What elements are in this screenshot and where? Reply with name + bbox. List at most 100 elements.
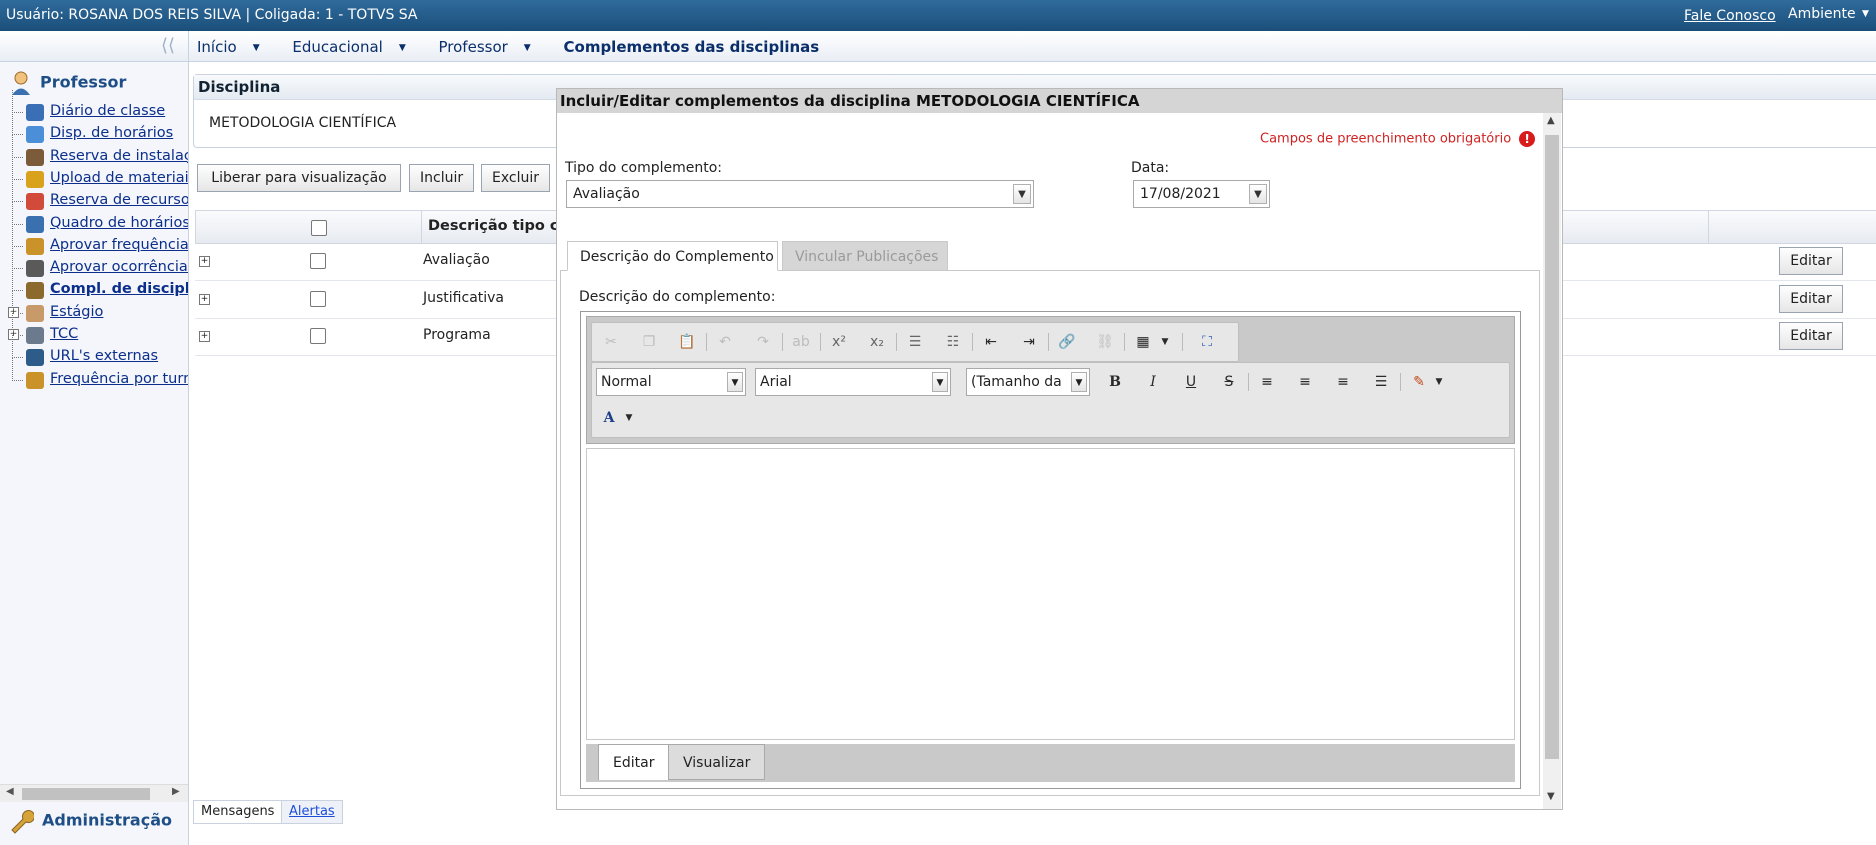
sidebar-section-professor[interactable]: Professor (10, 70, 126, 96)
tab-mensagens[interactable]: Mensagens (193, 800, 283, 824)
copy-icon[interactable]: ❐ (638, 331, 660, 353)
chevron-down-icon[interactable]: ▼ (1249, 184, 1267, 204)
scroll-left-icon[interactable]: ◀ (6, 786, 14, 797)
sidebar-item-label[interactable]: Diário de classe (50, 103, 165, 119)
incluir-button[interactable]: Incluir (409, 164, 475, 192)
insert-link-icon[interactable]: 🔗 (1056, 331, 1078, 353)
size-select[interactable]: (Tamanho da ▼ (966, 368, 1090, 396)
fullscreen-icon[interactable]: ⛶ (1196, 331, 1218, 353)
tree-connector (12, 335, 23, 359)
chevron-down-icon[interactable]: ▼ (1154, 331, 1176, 353)
breadcrumb: Início ▼ Educacional ▼ Professor ▼ Compleme… (197, 38, 833, 56)
chevron-down-icon[interactable]: ▼ (1428, 371, 1450, 393)
cut-icon[interactable]: ✂ (600, 331, 622, 353)
sidebar-item-label[interactable]: Reserva de instalaçõ (50, 148, 188, 164)
menu-educacional[interactable]: Educacional ▼ (292, 38, 419, 56)
tab-descricao-complemento[interactable]: Descrição do Complemento (567, 241, 778, 271)
tipo-select[interactable]: Avaliação ▼ (566, 180, 1034, 208)
sidebar-item-label[interactable]: Disp. de horários (50, 125, 173, 141)
fale-conosco-link[interactable]: Fale Conosco (1684, 8, 1776, 24)
editar-button[interactable]: Editar (1779, 322, 1843, 350)
format-select[interactable]: Normal ▼ (596, 368, 746, 396)
column-header-descricao: Descrição tipo co (428, 218, 569, 234)
select-all-checkbox[interactable] (311, 220, 327, 236)
numbered-list-icon[interactable]: ☰ (904, 331, 926, 353)
menu-professor[interactable]: Professor ▼ (439, 38, 545, 56)
indent-icon[interactable]: ⇥ (1018, 331, 1040, 353)
collapse-sidebar-button[interactable]: ⟨⟨ (148, 31, 189, 61)
justify-icon[interactable]: ☰ (1370, 371, 1392, 393)
chevron-down-icon[interactable]: ▼ (1013, 184, 1031, 204)
sidebar-item-label[interactable]: Quadro de horários (50, 215, 188, 231)
tipo-value: Avaliação (573, 186, 640, 202)
font-select[interactable]: Arial ▼ (755, 368, 951, 396)
sidebar-item-label[interactable]: URL's externas (50, 348, 158, 364)
paste-icon[interactable]: 📋 (676, 331, 698, 353)
remove-link-icon[interactable]: ⛓ (1094, 331, 1116, 353)
chevron-down-icon[interactable]: ▼ (618, 407, 640, 429)
intern-icon (26, 304, 44, 322)
sidebar-item-label[interactable]: Frequência por turm (50, 371, 188, 387)
tree-connector (12, 90, 23, 113)
sidebar-item-label[interactable]: Upload de materiais (50, 170, 188, 186)
underline-icon[interactable]: U (1180, 371, 1202, 393)
tree-connector (12, 156, 23, 180)
bullet-list-icon[interactable]: ☷ (942, 331, 964, 353)
excluir-button[interactable]: Excluir (481, 164, 550, 192)
align-right-icon[interactable]: ≡ (1332, 371, 1354, 393)
dialog-scrollbar[interactable]: ▲ ▼ (1543, 113, 1561, 809)
tree-connector (12, 357, 23, 381)
sidebar-item-label[interactable]: Reserva de recursos (50, 192, 188, 208)
sidebar-item-label[interactable]: Aprovar frequência (50, 237, 188, 253)
chevron-down-icon[interactable]: ▼ (727, 372, 743, 392)
highlight-color-icon[interactable]: ✎ (1408, 371, 1430, 393)
sidebar-section-administracao[interactable]: Administração (8, 808, 172, 834)
book-icon (26, 104, 44, 121)
scrollbar-thumb[interactable] (1545, 135, 1559, 759)
table-icon[interactable]: ▦ (1132, 331, 1154, 353)
row-checkbox[interactable] (310, 290, 326, 307)
editor-content-area[interactable] (586, 448, 1515, 740)
sidebar-scrollbar[interactable]: ◀ ▶ (0, 784, 188, 802)
font-color-icon[interactable]: A (598, 407, 620, 429)
tab-vincular-publicacoes[interactable]: Vincular Publicações (782, 241, 948, 271)
strikethrough-icon[interactable]: S (1218, 371, 1240, 393)
subscript-icon[interactable]: x₂ (866, 331, 888, 353)
spellcheck-icon[interactable]: ab (790, 331, 812, 353)
menu-inicio[interactable]: Início ▼ (197, 38, 274, 56)
tab-editar[interactable]: Editar (598, 744, 670, 780)
sidebar-item-label[interactable]: Aprovar ocorrências (50, 259, 188, 275)
align-center-icon[interactable]: ≡ (1294, 371, 1316, 393)
scroll-right-icon[interactable]: ▶ (172, 786, 180, 797)
tab-visualizar[interactable]: Visualizar (668, 744, 766, 780)
chevron-down-icon: ▼ (523, 42, 531, 53)
liberar-visualizacao-button[interactable]: Liberar para visualização (197, 164, 401, 192)
tab-alertas[interactable]: Alertas (281, 800, 343, 824)
editar-button[interactable]: Editar (1779, 247, 1843, 275)
row-checkbox[interactable] (310, 253, 326, 269)
scroll-up-icon[interactable]: ▲ (1547, 115, 1555, 126)
expand-row-icon[interactable]: + (199, 256, 210, 267)
scrollbar-thumb[interactable] (22, 788, 150, 800)
row-checkbox[interactable] (310, 328, 326, 344)
chevron-down-icon[interactable]: ▼ (1071, 372, 1087, 392)
scroll-down-icon[interactable]: ▼ (1547, 791, 1555, 802)
outdent-icon[interactable]: ⇤ (980, 331, 1002, 353)
sidebar-item-label[interactable]: TCC (50, 326, 78, 342)
data-picker[interactable]: 17/08/2021 ▼ (1133, 180, 1270, 208)
editar-button[interactable]: Editar (1779, 284, 1843, 313)
superscript-icon[interactable]: x² (828, 331, 850, 353)
expand-row-icon[interactable]: + (199, 331, 210, 342)
expand-row-icon[interactable]: + (199, 293, 210, 305)
toolbar-separator (1400, 373, 1401, 391)
bold-icon[interactable]: B (1104, 371, 1126, 393)
sidebar-item-label[interactable]: Compl. de disciplina (50, 281, 188, 297)
align-left-icon[interactable]: ≡ (1256, 371, 1278, 393)
sidebar-item-label[interactable]: Estágio (50, 304, 103, 320)
ambiente-menu[interactable]: Ambiente ▼ (1788, 6, 1869, 22)
undo-icon[interactable]: ↶ (714, 331, 736, 353)
upload-icon (26, 170, 44, 188)
italic-icon[interactable]: I (1142, 371, 1164, 393)
chevron-down-icon[interactable]: ▼ (932, 372, 948, 392)
redo-icon[interactable]: ↷ (752, 331, 774, 353)
